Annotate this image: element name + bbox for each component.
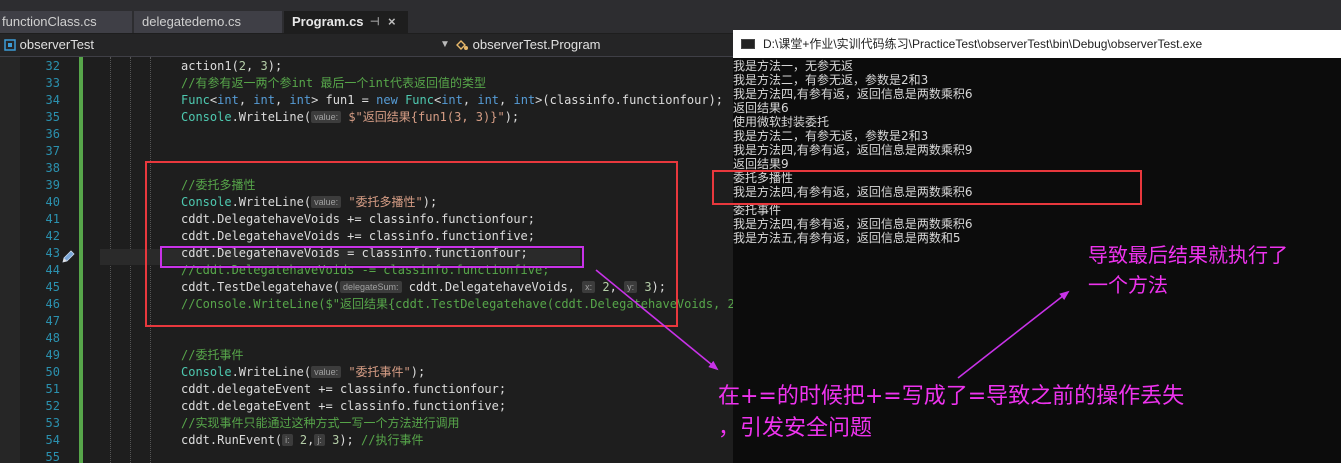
- annotation-line: ，引发安全问题: [718, 416, 873, 441]
- annotation-note-bottom: 在+=的时候把+=写成了=导致之前的操作丢失 ，引发安全问题: [718, 381, 1184, 445]
- annotation-note-right: 导致最后结果就执行了 一个方法: [1088, 240, 1288, 300]
- annotation-line: 导致最后结果就执行了: [1088, 243, 1288, 267]
- annotation-line: 一个方法: [1088, 273, 1168, 297]
- arrow-to-right-note: [957, 290, 1070, 379]
- arrow-to-bottom-note: [595, 269, 719, 371]
- annotation-line: 在+=的时候把+=写成了=导致之前的操作丢失: [718, 384, 1185, 409]
